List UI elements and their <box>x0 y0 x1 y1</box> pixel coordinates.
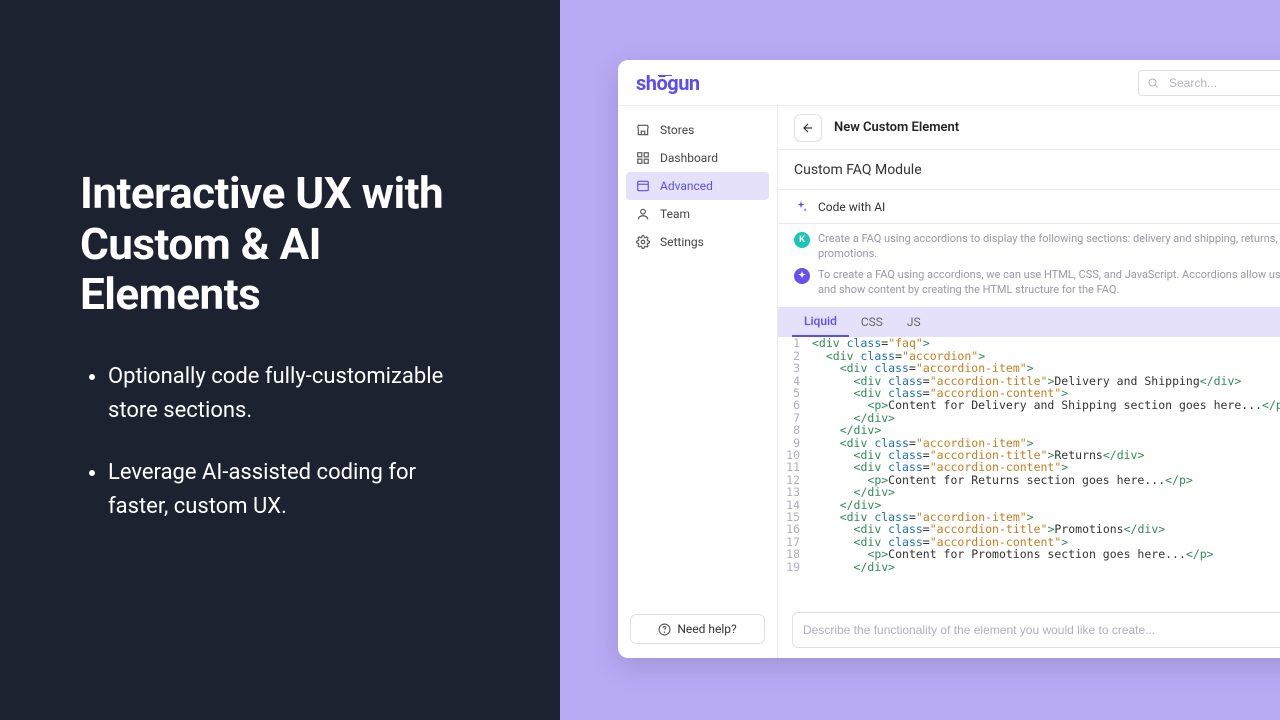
sparkle-icon <box>794 200 808 214</box>
code-with-ai-row[interactable]: Code with AI <box>778 190 1280 224</box>
chat-user-message: K Create a FAQ using accordions to displ… <box>794 232 1280 262</box>
page-title: New Custom Element <box>834 120 959 135</box>
ai-chat: K Create a FAQ using accordions to displ… <box>778 224 1280 307</box>
ai-prompt-input[interactable] <box>803 623 1280 637</box>
help-label: Need help? <box>677 622 736 636</box>
chat-ai-message: To create a FAQ using accordions, we can… <box>794 268 1280 298</box>
sidebar-item-label: Stores <box>660 123 694 137</box>
app-preview-panel: shōgun Stores Dashboard Advanced <box>560 0 1280 720</box>
sidebar-item-team[interactable]: Team <box>626 200 769 228</box>
ai-prompt-bar[interactable] <box>792 612 1280 648</box>
app-window: shōgun Stores Dashboard Advanced <box>618 60 1280 658</box>
advanced-icon <box>636 179 650 193</box>
marketing-heading: Interactive UX with Custom & AI Elements <box>80 168 480 320</box>
sidebar-item-stores[interactable]: Stores <box>626 116 769 144</box>
marketing-panel: Interactive UX with Custom & AI Elements… <box>0 0 560 720</box>
logo: shōgun <box>636 71 700 95</box>
search-icon <box>1147 77 1159 89</box>
main-header: New Custom Element <box>778 106 1280 150</box>
marketing-bullet: Optionally code fully-customizable store… <box>108 360 480 428</box>
search-box[interactable] <box>1138 70 1280 96</box>
team-icon <box>636 207 650 221</box>
dashboard-icon <box>636 151 650 165</box>
code-line: 19 </div> <box>778 561 1280 573</box>
app-header: shōgun <box>618 60 1280 106</box>
sidebar: Stores Dashboard Advanced Team Settings <box>618 106 778 658</box>
need-help-button[interactable]: Need help? <box>630 614 765 644</box>
sidebar-item-label: Advanced <box>660 179 713 193</box>
sidebar-item-label: Settings <box>660 235 704 249</box>
code-with-ai-label: Code with AI <box>818 200 885 214</box>
tab-liquid[interactable]: Liquid <box>792 307 849 337</box>
chat-text: Create a FAQ using accordions to display… <box>818 232 1280 262</box>
tab-js[interactable]: JS <box>895 307 933 337</box>
sidebar-item-dashboard[interactable]: Dashboard <box>626 144 769 172</box>
store-icon <box>636 123 650 137</box>
code-editor[interactable]: 1<div class="faq">2 <div class="accordio… <box>778 337 1280 604</box>
element-name-input[interactable]: Custom FAQ Module <box>794 162 1280 178</box>
arrow-left-icon <box>801 121 815 135</box>
main-content: New Custom Element Custom FAQ Module Cod… <box>778 106 1280 658</box>
chat-text: To create a FAQ using accordions, we can… <box>818 268 1280 298</box>
sidebar-item-advanced[interactable]: Advanced <box>626 172 769 200</box>
back-button[interactable] <box>794 114 822 142</box>
tab-css[interactable]: CSS <box>849 307 895 337</box>
settings-icon <box>636 235 650 249</box>
sidebar-item-settings[interactable]: Settings <box>626 228 769 256</box>
code-tabs: Liquid CSS JS <box>778 307 1280 337</box>
element-name-row: Custom FAQ Module <box>778 150 1280 190</box>
search-input[interactable] <box>1169 76 1280 90</box>
ai-avatar <box>794 268 810 284</box>
sidebar-item-label: Dashboard <box>660 151 718 165</box>
sidebar-item-label: Team <box>660 207 690 221</box>
user-avatar: K <box>794 232 810 248</box>
marketing-bullet: Leverage AI-assisted coding for faster, … <box>108 456 480 524</box>
help-icon <box>658 623 671 636</box>
